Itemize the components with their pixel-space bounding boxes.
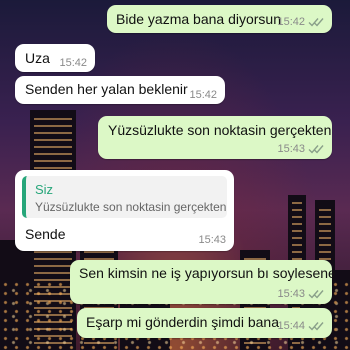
message-time: 15:43 [277, 143, 305, 155]
message-time: 15:42 [277, 16, 305, 28]
message-incoming[interactable]: Senden her yalan beklenir 15:42 [15, 76, 225, 104]
quoted-message-author: Siz [35, 182, 54, 197]
message-outgoing[interactable]: Yüzsüzlukte son noktasin gerçekten 15:43 [98, 116, 332, 159]
message-time: 15:42 [59, 57, 87, 69]
read-double-check-icon [308, 18, 324, 27]
read-double-check-icon [308, 290, 324, 299]
message-outgoing[interactable]: Eşarp mi gönderdin şimdi bana 15:44 [77, 308, 332, 338]
quoted-message-text: Yüzsüzlukte son noktasin gerçekten [35, 200, 227, 214]
message-outgoing[interactable]: Bide yazma bana diyorsun 15:42 [107, 5, 332, 33]
message-text: Sen kimsin ne iş yapıyorsun bı soylesene [79, 265, 336, 281]
message-time: 15:43 [198, 234, 226, 246]
message-meta: 15:43 [198, 234, 226, 246]
message-outgoing[interactable]: Sen kimsin ne iş yapıyorsun bı soylesene… [70, 260, 336, 304]
message-meta: 15:42 [189, 89, 217, 101]
message-text: Uza [25, 50, 50, 66]
message-time: 15:42 [189, 89, 217, 101]
message-text: Yüzsüzlukte son noktasin gerçekten [108, 122, 332, 138]
message-meta: 15:44 [277, 320, 324, 332]
message-incoming-reply[interactable]: Siz Yüzsüzlukte son noktasin gerçekten S… [15, 170, 234, 251]
message-time: 15:44 [277, 320, 305, 332]
message-text: Senden her yalan beklenir [25, 81, 188, 97]
message-text: Eşarp mi gönderdin şimdi bana [86, 314, 279, 330]
message-text: Sende [25, 226, 66, 242]
read-double-check-icon [308, 145, 324, 154]
quoted-message[interactable]: Siz Yüzsüzlukte son noktasin gerçekten [22, 176, 227, 218]
message-meta: 15:42 [277, 16, 324, 28]
message-incoming[interactable]: Uza 15:42 [15, 44, 95, 72]
message-meta: 15:42 [59, 57, 87, 69]
read-double-check-icon [308, 322, 324, 331]
message-text: Bide yazma bana diyorsun [116, 11, 281, 27]
message-meta: 15:43 [277, 288, 324, 300]
message-meta: 15:43 [277, 143, 324, 155]
message-time: 15:43 [277, 288, 305, 300]
